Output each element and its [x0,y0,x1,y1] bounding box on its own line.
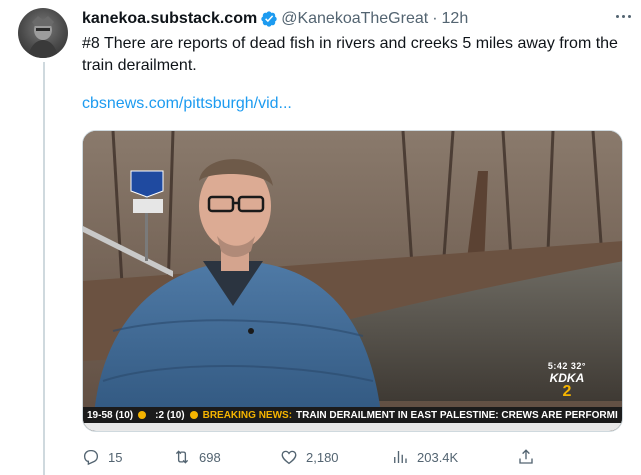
separator-dot: · [432,10,438,27]
ticker-bottom-bar [83,423,622,431]
breaking-news-label: BREAKING NEWS: [202,409,293,421]
more-icon[interactable] [613,6,633,26]
views-button[interactable]: 203.4K [391,448,458,466]
avatar[interactable] [18,8,68,58]
like-button[interactable]: 2,180 [280,448,339,466]
timestamp[interactable]: 12h [442,10,469,28]
reply-button[interactable]: 15 [82,448,122,466]
reply-count: 15 [108,449,123,465]
news-ticker: 19-58 (10) :2 (10) BREAKING NEWS: TRAIN … [83,407,622,423]
video-frame [83,131,622,431]
reply-icon [83,449,99,466]
thread-line [43,62,45,475]
ticker-score-b: :2 (10) [155,409,185,421]
channel-number: 2 [562,383,572,400]
share-button[interactable] [517,448,543,466]
retweet-icon [175,450,189,464]
ticker-score-a: 19-58 (10) [87,409,134,421]
views-count: 203.4K [417,449,459,465]
like-count: 2,180 [306,449,339,465]
time-temperature: 5:42 32° [547,361,586,371]
video-media[interactable]: 5:42 32° KDKA 2 19-58 (10) :2 (10) BREAK… [82,130,623,432]
handle[interactable]: @KanekoaTheGreat [281,10,428,28]
retweet-count: 698 [199,449,221,465]
avatar-image [28,16,58,58]
verified-badge-icon [261,11,277,27]
retweet-button[interactable]: 698 [173,448,221,466]
station-bug: 5:42 32° KDKA 2 [548,361,586,401]
share-icon [519,449,533,464]
display-name[interactable]: kanekoa.substack.com [82,10,257,28]
tweet-header: kanekoa.substack.com @KanekoaTheGreat · … [82,8,631,30]
ticker-ball-icon [189,411,198,419]
views-icon [394,451,407,463]
action-bar: 15 698 2,180 203.4K [82,446,552,468]
tweet-text: #8 There are reports of dead fish in riv… [82,35,618,74]
ticker-headline: TRAIN DERAILMENT IN EAST PALESTINE: CREW… [296,409,618,421]
like-icon [281,450,297,465]
tweet-link[interactable]: cbsnews.com/pittsburgh/vid... [82,95,292,113]
ticker-ball-icon [138,411,147,419]
